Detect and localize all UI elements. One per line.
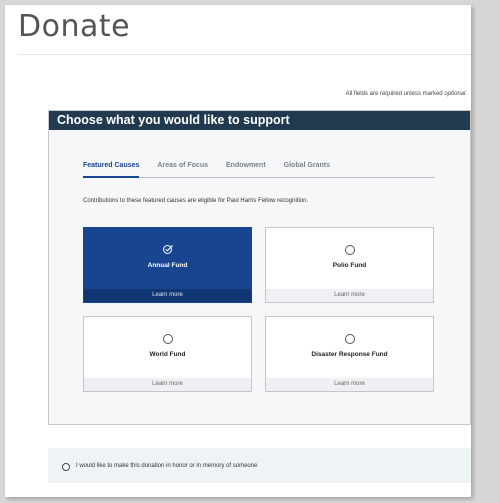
fund-name: World Fund — [149, 351, 186, 358]
check-circle-icon — [163, 245, 173, 254]
radio-empty-icon[interactable] — [163, 334, 173, 344]
cause-tabs: Featured Causes Areas of Focus Endowment… — [83, 161, 435, 178]
honor-memory-option[interactable]: I would like to make this donation in ho… — [48, 448, 471, 483]
support-card-header: Choose what you would like to support — [49, 111, 470, 130]
tab-global-grants[interactable]: Global Grants — [284, 161, 330, 177]
fund-option-disaster-response-fund[interactable]: Disaster Response Fund Learn more — [265, 316, 434, 392]
fund-name: Disaster Response Fund — [311, 351, 388, 358]
learn-more-link[interactable]: Learn more — [266, 378, 433, 391]
fund-option-world-fund[interactable]: World Fund Learn more — [83, 316, 252, 392]
donate-page: Donate All fields are required unless ma… — [5, 5, 471, 497]
title-divider — [18, 54, 471, 55]
learn-more-link[interactable]: Learn more — [84, 289, 251, 302]
tab-endowment[interactable]: Endowment — [226, 161, 266, 177]
radio-empty-icon[interactable] — [345, 245, 355, 255]
required-note-optional: optional. — [444, 91, 467, 97]
honor-radio[interactable] — [62, 463, 70, 471]
tab-featured-causes[interactable]: Featured Causes — [83, 161, 140, 178]
learn-more-link[interactable]: Learn more — [84, 378, 251, 391]
featured-causes-intro: Contributions to these featured causes a… — [83, 198, 309, 204]
fund-option-annual-fund[interactable]: Annual Fund Learn more — [83, 227, 252, 303]
radio-empty-icon[interactable] — [345, 334, 355, 344]
fund-name: Annual Fund — [147, 262, 188, 269]
required-note-text: All fields are required unless marked — [345, 91, 443, 97]
honor-label[interactable]: I would like to make this donation in ho… — [76, 463, 257, 469]
page-title: Donate — [18, 9, 131, 44]
tab-areas-of-focus[interactable]: Areas of Focus — [157, 161, 208, 177]
fund-option-polio-fund[interactable]: Polio Fund Learn more — [265, 227, 434, 303]
support-card: Choose what you would like to support Fe… — [48, 110, 471, 425]
required-fields-note: All fields are required unless marked op… — [346, 91, 467, 97]
learn-more-link[interactable]: Learn more — [266, 289, 433, 302]
fund-name: Polio Fund — [332, 262, 367, 269]
